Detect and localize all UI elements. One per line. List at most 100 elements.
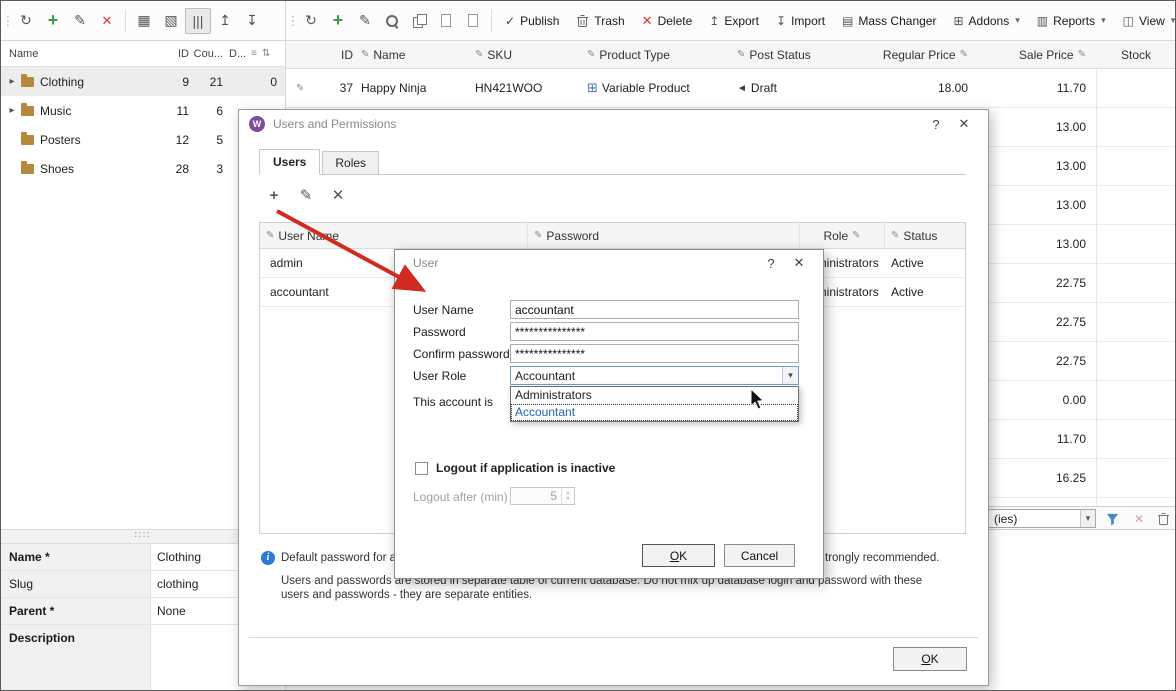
- column-header-regular-price[interactable]: Regular Price✎: [861, 48, 976, 62]
- import-button[interactable]: ↧ Import: [768, 8, 833, 34]
- view-button[interactable]: ◫ View ▾: [1115, 8, 1176, 34]
- ok-button[interactable]: OK: [893, 647, 967, 671]
- addons-button[interactable]: ⊞ Addons ▾: [945, 8, 1027, 34]
- footer-divider: [249, 637, 978, 638]
- image-button[interactable]: ▧: [158, 8, 184, 34]
- preview-grid-button[interactable]: ▦: [131, 8, 157, 34]
- user-name-input[interactable]: [510, 300, 799, 319]
- column-header-stock[interactable]: Stock: [1096, 48, 1175, 62]
- delete-button[interactable]: ✕ Delete: [634, 8, 701, 34]
- edit-category-button[interactable]: ✎: [67, 8, 93, 34]
- help-button[interactable]: ?: [922, 113, 950, 135]
- expand-caret-icon[interactable]: ▸: [5, 76, 19, 87]
- toolbar-grip-icon[interactable]: ⋮: [4, 8, 12, 34]
- categories-header: Name ID Cou... D... ≡ ⇅: [1, 41, 285, 67]
- product-row[interactable]: ✎ 37 Happy Ninja HN421WOO ⊞Variable Prod…: [286, 69, 1175, 108]
- role-dropdown-list: Administrators Accountant: [510, 386, 799, 422]
- pencil-icon: ✎: [361, 49, 369, 60]
- export-icon: ↥: [709, 14, 719, 28]
- spin-down-icon[interactable]: ▾: [566, 496, 569, 502]
- dialog-titlebar: User ? ✕: [395, 250, 823, 276]
- column-header-sale-price[interactable]: Sale Price✎: [976, 48, 1096, 62]
- reports-button[interactable]: ▥ Reports ▾: [1029, 8, 1114, 34]
- cancel-button[interactable]: Cancel: [724, 544, 795, 567]
- search-button[interactable]: [379, 8, 405, 34]
- password-label: Password: [413, 325, 466, 339]
- sort-lines-icon: ≡: [251, 48, 257, 59]
- refresh-categories-button[interactable]: ↻: [13, 8, 39, 34]
- publish-button[interactable]: ✓ Publish: [497, 8, 567, 34]
- trash-icon: [576, 14, 589, 28]
- folder-icon: [21, 106, 34, 116]
- delete-user-button[interactable]: ✕: [325, 182, 351, 208]
- logout-after-spinner[interactable]: 5 ▴▾: [510, 487, 575, 505]
- spinner-arrows[interactable]: ▴▾: [561, 488, 574, 504]
- pencil-icon: ✎: [1078, 49, 1086, 60]
- column-header-count[interactable]: Cou...: [189, 48, 223, 60]
- field-label: Parent *: [1, 598, 151, 624]
- close-button[interactable]: ✕: [785, 252, 813, 274]
- delete-category-button[interactable]: ✕: [94, 8, 120, 34]
- user-name-label: User Name: [413, 303, 474, 317]
- category-row[interactable]: ▸Clothing 9 21 0: [1, 67, 285, 96]
- column-header-role[interactable]: Role✎: [800, 223, 885, 248]
- column-header-user-name[interactable]: ✎User Name: [260, 223, 528, 248]
- chevron-down-icon[interactable]: ▾: [782, 367, 798, 384]
- password-input[interactable]: [510, 322, 799, 341]
- user-dialog: User ? ✕ User Name Password Confirm pass…: [394, 249, 824, 579]
- column-header-sku[interactable]: ✎SKU: [469, 48, 581, 62]
- status-cell: Active: [885, 256, 965, 270]
- columns-view-button[interactable]: |||: [185, 8, 211, 34]
- column-header-id[interactable]: ID: [331, 48, 353, 62]
- add-product-button[interactable]: +: [325, 8, 351, 34]
- trash-button[interactable]: Trash: [568, 8, 632, 34]
- refresh-products-button[interactable]: ↻: [298, 8, 324, 34]
- add-category-button[interactable]: +: [40, 8, 66, 34]
- delete-filter-button[interactable]: [1155, 511, 1171, 527]
- upload-categories-button[interactable]: ↥: [212, 8, 238, 34]
- download-categories-button[interactable]: ↧: [239, 8, 265, 34]
- logout-inactive-checkbox-row: Logout if application is inactive: [415, 461, 615, 475]
- column-header-password[interactable]: ✎Password: [528, 223, 800, 248]
- mass-changer-button[interactable]: ▤ Mass Changer: [834, 8, 944, 34]
- apply-filter-button[interactable]: [1104, 511, 1120, 527]
- help-button[interactable]: ?: [757, 252, 785, 274]
- chevron-down-icon: ▾: [1015, 15, 1020, 26]
- checkbox[interactable]: [415, 462, 428, 475]
- column-header-product-type[interactable]: ✎Product Type: [581, 48, 731, 62]
- clear-filter-button[interactable]: ✕: [1131, 511, 1147, 527]
- dropdown-option-administrators[interactable]: Administrators: [511, 387, 798, 404]
- pencil-icon: ✎: [475, 49, 483, 60]
- folder-icon: [21, 164, 34, 174]
- column-header-d[interactable]: D... ≡ ⇅: [223, 48, 285, 60]
- column-header-post-status[interactable]: ✎Post Status: [731, 48, 861, 62]
- edit-product-button[interactable]: ✎: [352, 8, 378, 34]
- export-button[interactable]: ↥ Export: [701, 8, 767, 34]
- column-header-name[interactable]: ✎Name: [353, 48, 469, 62]
- close-button[interactable]: ✕: [950, 113, 978, 135]
- column-header-status[interactable]: ✎Status: [885, 223, 965, 248]
- chevron-down-icon[interactable]: ▾: [1080, 510, 1095, 527]
- tab-roles[interactable]: Roles: [322, 151, 379, 175]
- user-role-combobox[interactable]: Accountant ▾: [510, 366, 799, 385]
- expand-caret-icon[interactable]: ▸: [5, 105, 19, 116]
- copy-button[interactable]: [406, 8, 432, 34]
- mass-changer-icon: ▤: [842, 14, 853, 28]
- confirm-password-label: Confirm password: [413, 347, 510, 361]
- column-header-name[interactable]: Name: [1, 48, 159, 60]
- duplicate-button[interactable]: [460, 8, 486, 34]
- user-role-label: User Role: [413, 369, 466, 383]
- ok-button[interactable]: OK: [642, 544, 715, 567]
- tab-users[interactable]: Users: [259, 149, 320, 175]
- add-user-button[interactable]: +: [261, 182, 287, 208]
- edit-user-button[interactable]: ✎: [293, 182, 319, 208]
- dialog-titlebar: W Users and Permissions ? ✕: [239, 110, 988, 138]
- field-label: Name *: [1, 544, 151, 570]
- new-page-button[interactable]: [433, 8, 459, 34]
- pencil-icon: ✎: [891, 230, 899, 241]
- dropdown-option-accountant[interactable]: Accountant: [511, 404, 798, 421]
- info-icon: i: [261, 551, 275, 565]
- column-header-id[interactable]: ID: [159, 48, 189, 60]
- confirm-password-input[interactable]: [510, 344, 799, 363]
- toolbar-grip-icon[interactable]: ⋮: [289, 8, 297, 34]
